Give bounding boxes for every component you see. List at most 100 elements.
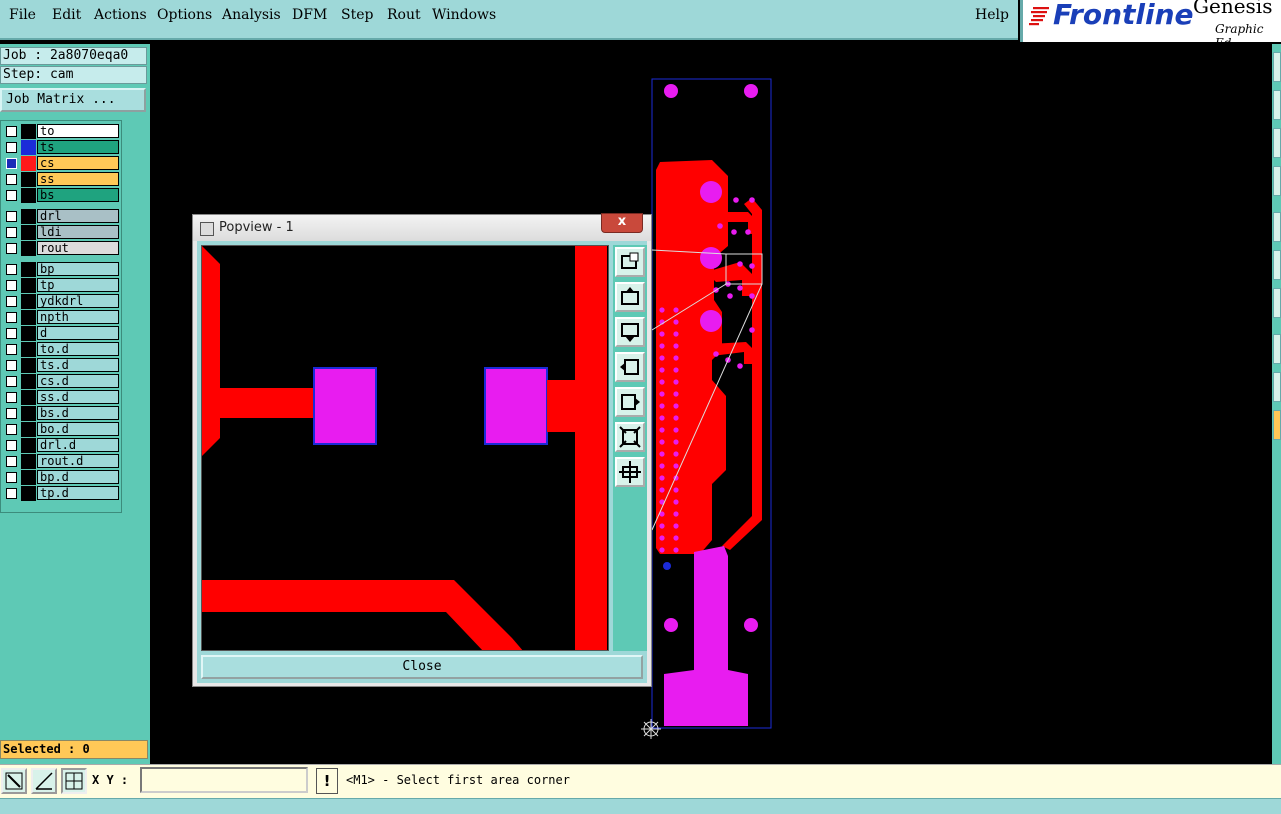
layer-row-to[interactable]: to: [2, 124, 120, 139]
layer-color-swatch[interactable]: [21, 172, 36, 187]
zoom-fit-button[interactable]: [615, 247, 645, 277]
layer-checkbox[interactable]: [6, 344, 17, 355]
layer-row-ydkdrl[interactable]: ydkdrl: [2, 294, 120, 309]
layer-color-swatch[interactable]: [21, 124, 36, 139]
layer-name[interactable]: tp: [37, 278, 119, 292]
menu-edit[interactable]: Edit: [52, 7, 81, 23]
layer-checkbox[interactable]: [6, 243, 17, 254]
layer-row-bp-d[interactable]: bp.d: [2, 470, 120, 485]
popview-close-button[interactable]: Close: [201, 655, 643, 679]
layer-color-swatch[interactable]: [21, 209, 36, 224]
layer-name[interactable]: to: [37, 124, 119, 138]
layer-row-tp-d[interactable]: tp.d: [2, 486, 120, 501]
layer-checkbox[interactable]: [6, 456, 17, 467]
grid-button[interactable]: [61, 768, 87, 794]
layer-checkbox[interactable]: [6, 126, 17, 137]
layer-name[interactable]: d: [37, 326, 119, 340]
layer-color-swatch[interactable]: [21, 294, 36, 309]
zoom-in-button[interactable]: [615, 457, 645, 487]
layer-checkbox[interactable]: [6, 142, 17, 153]
menu-rout[interactable]: Rout: [387, 7, 421, 23]
layer-row-bo-d[interactable]: bo.d: [2, 422, 120, 437]
layer-name[interactable]: drl: [37, 209, 119, 223]
menu-help[interactable]: Help: [975, 7, 1009, 23]
layer-row-rout-d[interactable]: rout.d: [2, 454, 120, 469]
menu-file[interactable]: File: [9, 7, 36, 23]
layer-checkbox[interactable]: [6, 158, 17, 169]
layer-checkbox[interactable]: [6, 296, 17, 307]
layer-name[interactable]: drl.d: [37, 438, 119, 452]
layer-color-swatch[interactable]: [21, 188, 36, 203]
zoom-out-button[interactable]: [615, 422, 645, 452]
right-tool-button[interactable]: [1273, 90, 1281, 120]
layer-name[interactable]: ldi: [37, 225, 119, 239]
layer-checkbox[interactable]: [6, 440, 17, 451]
layer-checkbox[interactable]: [6, 376, 17, 387]
layer-color-swatch[interactable]: [21, 422, 36, 437]
layer-name[interactable]: bo.d: [37, 422, 119, 436]
right-tool-button[interactable]: [1273, 334, 1281, 364]
layer-name[interactable]: to.d: [37, 342, 119, 356]
layer-color-swatch[interactable]: [21, 390, 36, 405]
layer-color-swatch[interactable]: [21, 374, 36, 389]
layer-row-ss-d[interactable]: ss.d: [2, 390, 120, 405]
layer-name[interactable]: bp.d: [37, 470, 119, 484]
layer-row-tp[interactable]: tp: [2, 278, 120, 293]
menu-actions[interactable]: Actions: [94, 7, 147, 23]
layer-checkbox[interactable]: [6, 488, 17, 499]
layer-name[interactable]: rout: [37, 241, 119, 255]
layer-checkbox[interactable]: [6, 312, 17, 323]
layer-row-ldi[interactable]: ldi: [2, 225, 120, 240]
layer-row-rout[interactable]: rout: [2, 241, 120, 256]
menu-windows[interactable]: Windows: [432, 7, 496, 23]
layer-color-swatch[interactable]: [21, 406, 36, 421]
layer-checkbox[interactable]: [6, 360, 17, 371]
layer-name[interactable]: ydkdrl: [37, 294, 119, 308]
layer-name[interactable]: rout.d: [37, 454, 119, 468]
xy-coordinate-input[interactable]: [140, 767, 308, 793]
layer-name[interactable]: ss.d: [37, 390, 119, 404]
menu-options[interactable]: Options: [157, 7, 212, 23]
right-tool-button[interactable]: [1273, 128, 1281, 158]
layer-row-bp[interactable]: bp: [2, 262, 120, 277]
layer-name[interactable]: cs.d: [37, 374, 119, 388]
alert-button[interactable]: !: [316, 768, 338, 794]
pan-up-button[interactable]: [615, 282, 645, 312]
layer-row-ss[interactable]: ss: [2, 172, 120, 187]
right-tool-button[interactable]: [1273, 288, 1281, 318]
layer-checkbox[interactable]: [6, 280, 17, 291]
layer-row-drl-d[interactable]: drl.d: [2, 438, 120, 453]
layer-name[interactable]: ss: [37, 172, 119, 186]
layer-row-to-d[interactable]: to.d: [2, 342, 120, 357]
layer-row-cs-d[interactable]: cs.d: [2, 374, 120, 389]
layer-name[interactable]: tp.d: [37, 486, 119, 500]
menu-dfm[interactable]: DFM: [292, 7, 327, 23]
layer-color-swatch[interactable]: [21, 278, 36, 293]
pan-down-button[interactable]: [615, 317, 645, 347]
layer-color-swatch[interactable]: [21, 140, 36, 155]
layer-name[interactable]: npth: [37, 310, 119, 324]
job-matrix-button[interactable]: Job Matrix ...: [0, 88, 146, 112]
menu-step[interactable]: Step: [341, 7, 373, 23]
layer-checkbox[interactable]: [6, 424, 17, 435]
layer-checkbox[interactable]: [6, 227, 17, 238]
measure-button[interactable]: [31, 768, 57, 794]
layer-color-swatch[interactable]: [21, 262, 36, 277]
popview-zoom-view[interactable]: [201, 245, 609, 651]
popview-title-bar[interactable]: Popview - 1 x: [193, 213, 651, 241]
layer-row-npth[interactable]: npth: [2, 310, 120, 325]
layer-name[interactable]: bs.d: [37, 406, 119, 420]
layer-color-swatch[interactable]: [21, 342, 36, 357]
layer-checkbox[interactable]: [6, 174, 17, 185]
layer-row-ts[interactable]: ts: [2, 140, 120, 155]
layer-row-ts-d[interactable]: ts.d: [2, 358, 120, 373]
layer-name[interactable]: bp: [37, 262, 119, 276]
layer-color-swatch[interactable]: [21, 241, 36, 256]
layer-row-d[interactable]: d: [2, 326, 120, 341]
layer-color-swatch[interactable]: [21, 454, 36, 469]
layer-checkbox[interactable]: [6, 328, 17, 339]
layer-color-swatch[interactable]: [21, 326, 36, 341]
layer-checkbox[interactable]: [6, 408, 17, 419]
right-tool-button[interactable]: [1273, 166, 1281, 196]
layer-name[interactable]: ts: [37, 140, 119, 154]
